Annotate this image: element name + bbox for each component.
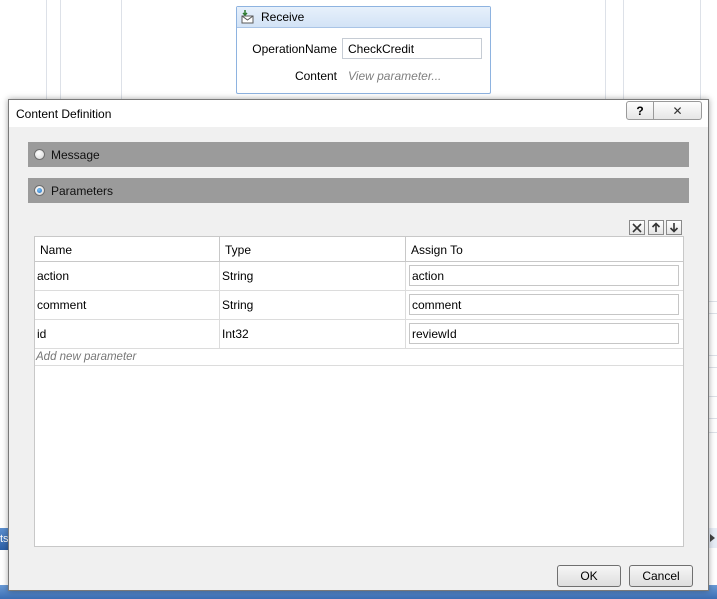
parameter-name-cell[interactable]: comment <box>35 291 220 319</box>
content-definition-dialog: Content Definition ? ✕ Message Parameter… <box>8 99 709 591</box>
column-header-name[interactable]: Name <box>35 237 220 261</box>
add-parameter-placeholder: Add new parameter <box>36 351 137 363</box>
parameters-option-label: Parameters <box>51 183 114 198</box>
add-parameter-row[interactable]: Add new parameter <box>35 349 683 366</box>
assign-to-input[interactable]: comment <box>409 294 679 315</box>
table-row[interactable]: id Int32 reviewId <box>35 320 683 349</box>
assign-to-input[interactable]: reviewId <box>409 323 679 344</box>
content-label: Content <box>294 69 337 83</box>
receive-activity-title: Receive <box>261 10 305 24</box>
message-option-label: Message <box>51 147 100 162</box>
dialog-titlebar[interactable]: Content Definition ? ✕ <box>9 100 708 127</box>
help-icon: ? <box>636 103 644 118</box>
message-option-bar[interactable]: Message <box>28 142 689 167</box>
parameter-name-cell[interactable]: id <box>35 320 220 348</box>
receive-activity-header: Receive <box>237 7 490 28</box>
operation-name-input[interactable]: CheckCredit <box>342 38 482 59</box>
parameter-type-cell[interactable]: Int32 <box>220 320 406 348</box>
move-up-button[interactable] <box>648 220 664 235</box>
delete-x-icon <box>632 222 642 233</box>
column-header-assign-to[interactable]: Assign To <box>406 237 683 261</box>
assign-to-input[interactable]: action <box>409 265 679 286</box>
ok-button[interactable]: OK <box>557 565 621 587</box>
arrow-down-icon <box>669 223 679 233</box>
arrow-up-icon <box>651 222 661 232</box>
message-radio[interactable] <box>34 149 45 160</box>
content-row: Content View parameter... <box>237 65 492 87</box>
receive-message-icon <box>241 10 255 24</box>
parameter-type-cell[interactable]: String <box>220 262 406 290</box>
cancel-button[interactable]: Cancel <box>629 565 693 587</box>
close-button[interactable]: ✕ <box>654 101 702 120</box>
receive-activity[interactable]: Receive OperationName CheckCredit Conten… <box>236 6 491 94</box>
table-row[interactable]: comment String comment <box>35 291 683 320</box>
delete-parameter-button[interactable] <box>629 220 645 235</box>
operation-name-row: OperationName CheckCredit <box>237 38 492 60</box>
table-row[interactable]: action String action <box>35 262 683 291</box>
operation-name-label: OperationName <box>252 42 337 56</box>
parameters-grid: Name Type Assign To action String action… <box>34 236 684 547</box>
move-down-button[interactable] <box>666 220 682 235</box>
column-header-type[interactable]: Type <box>220 237 406 261</box>
view-parameter-link[interactable]: View parameter... <box>348 69 441 83</box>
parameters-radio[interactable] <box>34 185 45 196</box>
parameter-name-cell[interactable]: action <box>35 262 220 290</box>
grid-header: Name Type Assign To <box>35 237 683 262</box>
parameters-option-bar[interactable]: Parameters <box>28 178 689 203</box>
close-icon: ✕ <box>672 103 683 118</box>
help-button[interactable]: ? <box>626 101 654 120</box>
dialog-title: Content Definition <box>16 107 112 121</box>
parameter-type-cell[interactable]: String <box>220 291 406 319</box>
